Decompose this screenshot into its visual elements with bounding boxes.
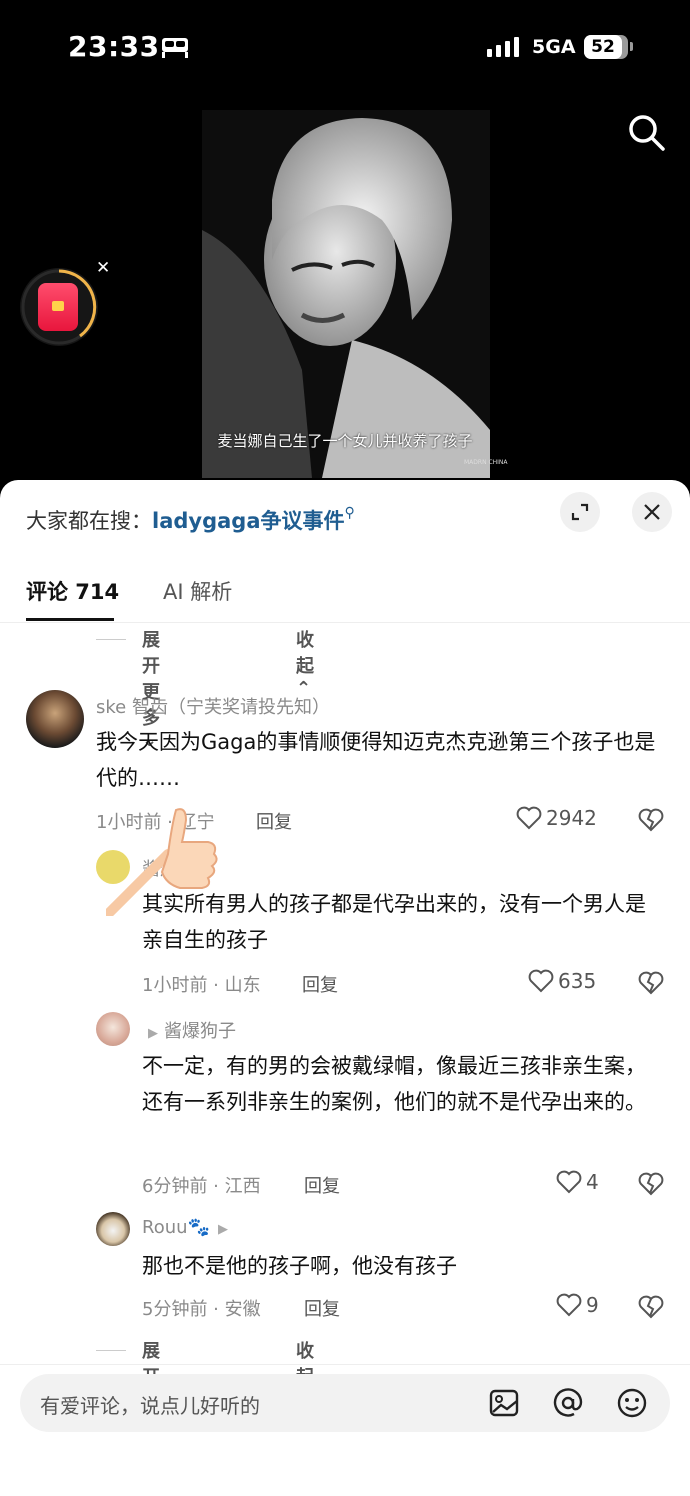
like-count: 2942: [546, 806, 597, 830]
comment-input[interactable]: 有爱评论，说点儿好听的: [40, 1390, 260, 1419]
comment-meta: 5分钟前 · 安徽: [142, 1299, 261, 1320]
image-icon[interactable]: [488, 1387, 520, 1419]
like-count: 635: [558, 969, 597, 993]
tab-underline: [26, 618, 114, 621]
thumbs-up-icon: [106, 808, 218, 916]
comment-username[interactable]: ske 智齿（宁芙奖请投先知）: [96, 693, 330, 719]
close-sheet-button[interactable]: [632, 492, 672, 532]
comment-meta: 1小时前 · 山东: [142, 975, 261, 996]
battery-level: 52: [591, 37, 615, 57]
bed-icon: [162, 38, 188, 58]
avatar[interactable]: [26, 690, 84, 748]
hot-search-keyword[interactable]: ladygaga争议事件: [152, 509, 345, 533]
status-time: 23:33: [68, 30, 160, 63]
like-count: 9: [586, 1293, 599, 1317]
comment-text: 那也不是他的孩子啊，他没有孩子: [142, 1254, 457, 1278]
video-frame[interactable]: [202, 110, 490, 478]
dislike-icon[interactable]: [638, 1171, 664, 1197]
home-indicator-area: [0, 1432, 690, 1496]
expand-icon: [571, 503, 589, 521]
reply-button[interactable]: 回复: [304, 1172, 340, 1198]
avatar[interactable]: [96, 1212, 130, 1246]
comment-input-bar[interactable]: 有爱评论，说点儿好听的: [20, 1374, 670, 1432]
reply-button[interactable]: 回复: [302, 971, 338, 997]
heart-icon: [556, 1293, 582, 1317]
comment-tabs: 评论 714 AI 解析: [0, 570, 690, 623]
like-count: 4: [586, 1170, 599, 1194]
reply-to-label: ▶ 酱爆狗子: [148, 1021, 236, 1042]
video-subtitle: 麦当娜自己生了一个女儿并收养了孩子: [217, 432, 473, 450]
video-watermark: MADRN CHINA: [464, 459, 508, 466]
heart-icon: [528, 969, 554, 993]
at-icon[interactable]: [552, 1387, 584, 1419]
heart-icon: [516, 806, 542, 830]
dislike-icon[interactable]: [638, 970, 664, 996]
like-button[interactable]: 4: [556, 1170, 599, 1194]
red-packet-icon: [38, 283, 78, 331]
search-icon[interactable]: [626, 112, 666, 152]
comment-sheet: 大家都在搜：ladygaga争议事件⚲ 评论 714 AI 解析 展开更多 ⌄ …: [0, 480, 690, 1496]
tab-ai-analysis[interactable]: AI 解析: [163, 576, 232, 606]
reply-button[interactable]: 回复: [304, 1295, 340, 1321]
like-button[interactable]: 635: [528, 969, 596, 993]
red-packet-widget[interactable]: [20, 268, 98, 346]
comment-meta: 6分钟前 · 江西: [142, 1176, 261, 1197]
dislike-icon[interactable]: [638, 1294, 664, 1320]
comment-text: 我今天因为Gaga的事情顺便得知迈克杰克逊第三个孩子也是代的……: [96, 730, 656, 790]
battery-indicator: 52: [584, 35, 628, 59]
comment-text: 不一定，有的男的会被戴绿帽，像最近三孩非亲生案，还有一系列非亲生的案例，他们的就…: [142, 1054, 646, 1114]
avatar[interactable]: [96, 1012, 130, 1046]
close-icon: [644, 504, 660, 520]
hot-search-bar[interactable]: 大家都在搜：ladygaga争议事件⚲: [26, 505, 355, 535]
search-icon: ⚲: [344, 505, 355, 521]
tab-comments[interactable]: 评论 714: [26, 576, 119, 606]
status-bar: 23:33 5GA 52: [0, 0, 690, 96]
comment-username[interactable]: Rouu🐾 ▶: [142, 1217, 234, 1238]
like-button[interactable]: 2942: [516, 806, 597, 830]
close-icon[interactable]: ✕: [96, 258, 110, 278]
hot-search-prefix: 大家都在搜：: [26, 509, 152, 533]
signal-icon: [487, 37, 519, 57]
emoji-icon[interactable]: [616, 1387, 648, 1419]
portrait-image: [202, 110, 490, 478]
like-button[interactable]: 9: [556, 1293, 599, 1317]
dislike-icon[interactable]: [638, 807, 664, 833]
collapse-button[interactable]: 收起 ⌃: [296, 626, 314, 699]
network-type: 5GA: [532, 36, 576, 58]
reply-button[interactable]: 回复: [256, 808, 292, 834]
expand-sheet-button[interactable]: [560, 492, 600, 532]
heart-icon: [556, 1170, 582, 1194]
